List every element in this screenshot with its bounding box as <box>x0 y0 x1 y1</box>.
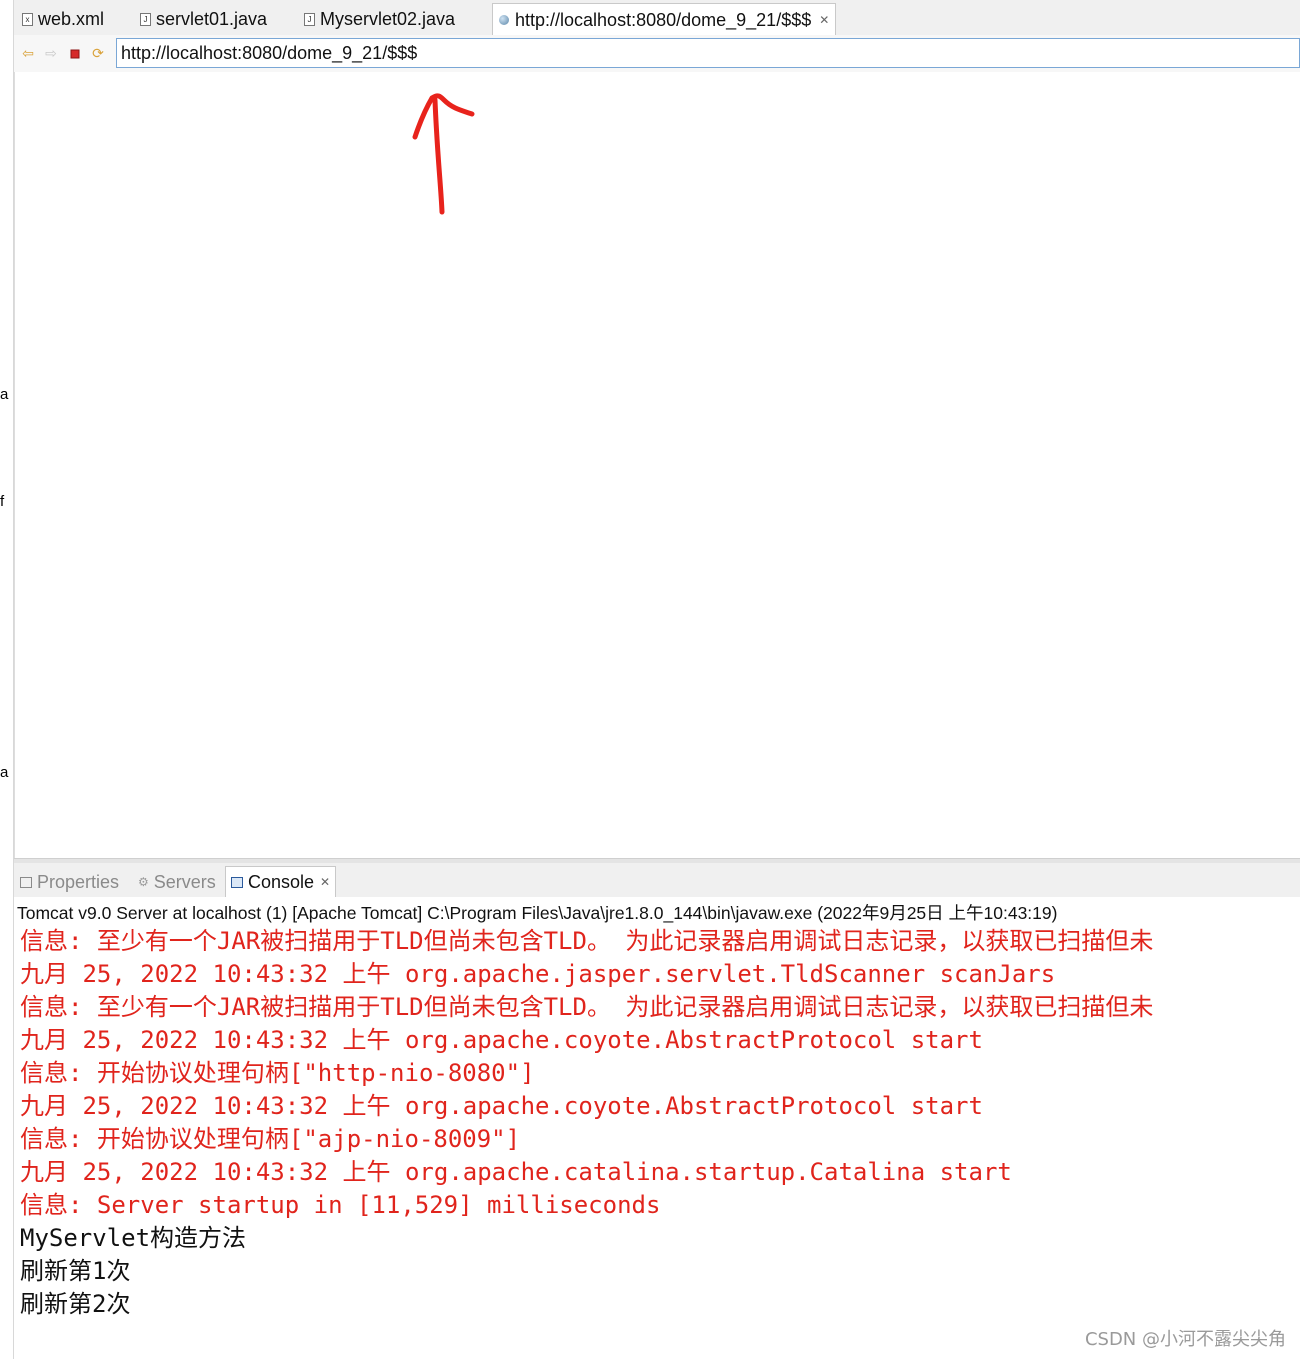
properties-icon <box>20 876 32 888</box>
xml-file-icon: x <box>22 12 33 26</box>
console-header: Tomcat v9.0 Server at localhost (1) [Apa… <box>17 903 1058 923</box>
editor-tab-bar: x web.xml J servlet01.java J Myservlet02… <box>14 0 1300 36</box>
console-line: MyServlet构造方法 <box>20 1224 247 1252</box>
tab-properties[interactable]: Properties <box>20 869 119 895</box>
console-line: 九月 25, 2022 10:43:32 上午 org.apache.coyot… <box>20 1026 983 1054</box>
tab-label: servlet01.java <box>156 8 268 29</box>
console-line: 信息: Server startup in [11,529] milliseco… <box>20 1191 661 1219</box>
tab-label: Properties <box>37 871 120 892</box>
java-file-icon: J <box>140 12 151 26</box>
tab-label: http://localhost:8080/dome_9_21/$$$ <box>515 9 812 30</box>
url-bar[interactable] <box>116 38 1300 68</box>
tab-label: Console <box>248 871 315 892</box>
browser-toolbar: ⇦ ⇨ ⟳ <box>14 35 1300 72</box>
console-output: Tomcat v9.0 Server at localhost (1) [Apa… <box>14 897 1300 1359</box>
close-icon[interactable]: ✕ <box>819 13 829 27</box>
tab-servlet01-java[interactable]: J servlet01.java <box>140 4 267 34</box>
gutter-letter: f <box>0 493 5 510</box>
url-input[interactable] <box>117 39 1299 67</box>
tab-browser-url[interactable]: http://localhost:8080/dome_9_21/$$$ ✕ <box>492 3 837 36</box>
console-icon <box>231 876 243 888</box>
console-line: 刷新第1次 <box>20 1257 131 1285</box>
tab-servers[interactable]: ⚙ Servers <box>138 869 216 895</box>
gutter-letter: a <box>0 764 9 781</box>
stop-icon[interactable] <box>67 46 83 62</box>
view-tab-bar: Properties ⚙ Servers Console ✕ <box>14 863 1300 898</box>
forward-icon[interactable]: ⇨ <box>43 46 59 62</box>
console-line: 九月 25, 2022 10:43:32 上午 org.apache.coyot… <box>20 1092 983 1120</box>
console-line: 信息: 开始协议处理句柄["http-nio-8080"] <box>20 1059 535 1087</box>
tab-console[interactable]: Console ✕ <box>225 866 337 897</box>
gutter-letter: a <box>0 386 9 403</box>
refresh-icon[interactable]: ⟳ <box>90 46 106 62</box>
watermark: CSDN @小河不露尖尖角 <box>1084 1329 1286 1350</box>
back-icon[interactable]: ⇦ <box>20 46 36 62</box>
tab-label: Servers <box>153 871 216 892</box>
console-line: 信息: 至少有一个JAR被扫描用于TLD但尚未包含TLD。 为此记录器启用调试日… <box>20 993 1154 1021</box>
console-line: 九月 25, 2022 10:43:32 上午 org.apache.jaspe… <box>20 960 1056 988</box>
console-line: 刷新第2次 <box>20 1290 131 1318</box>
console-line: 信息: 开始协议处理句柄["ajp-nio-8009"] <box>20 1125 521 1153</box>
console-line: 九月 25, 2022 10:43:32 上午 org.apache.catal… <box>20 1158 1012 1186</box>
left-gutter: a f a <box>0 0 14 1359</box>
java-file-icon: J <box>304 12 315 26</box>
globe-icon <box>499 15 509 25</box>
red-arrow-annotation <box>412 93 475 215</box>
tab-label: web.xml <box>38 8 105 29</box>
servers-icon: ⚙ <box>138 875 149 889</box>
tab-web-xml[interactable]: x web.xml <box>22 4 104 34</box>
browser-content <box>14 72 1300 858</box>
tab-label: Myservlet02.java <box>320 8 456 29</box>
console-line: 信息: 至少有一个JAR被扫描用于TLD但尚未包含TLD。 为此记录器启用调试日… <box>20 927 1154 955</box>
tab-myservlet02-java[interactable]: J Myservlet02.java <box>304 4 455 34</box>
close-icon[interactable]: ✕ <box>320 875 330 889</box>
